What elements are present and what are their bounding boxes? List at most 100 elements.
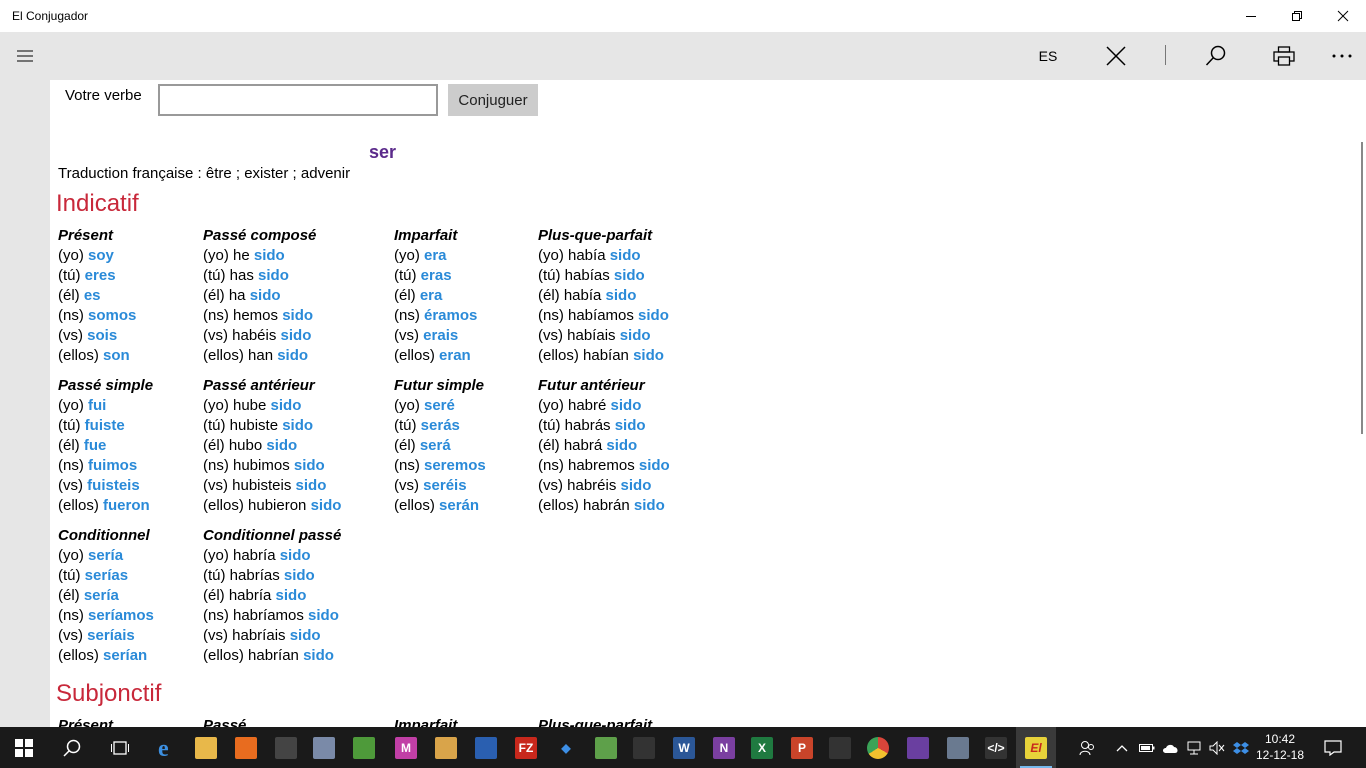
powerpoint-button[interactable]: P bbox=[782, 727, 822, 768]
conjugation-row: (yo) habré sido bbox=[538, 396, 670, 416]
edge-button[interactable]: e bbox=[146, 727, 186, 768]
chevron-up-icon[interactable] bbox=[1112, 727, 1132, 768]
clear-button[interactable] bbox=[1096, 32, 1136, 80]
more-button[interactable] bbox=[1322, 32, 1362, 80]
file-explorer-icon bbox=[195, 736, 217, 759]
conjugation-row: (él) es bbox=[58, 286, 136, 306]
pronoun-text: (él) bbox=[58, 437, 84, 454]
search-button[interactable] bbox=[1196, 32, 1236, 80]
file-explorer-button[interactable] bbox=[186, 727, 226, 768]
conjugation-row: (ellos) serán bbox=[394, 496, 486, 516]
pronoun-text: (tú) habrás bbox=[538, 417, 615, 434]
conjugation-row: (ellos) son bbox=[58, 346, 136, 366]
people-icon[interactable] bbox=[1074, 727, 1100, 768]
app-5-button[interactable] bbox=[820, 727, 860, 768]
tense-name: Passé simple bbox=[58, 377, 154, 394]
onenote-button[interactable]: N bbox=[704, 727, 744, 768]
app-2-button[interactable] bbox=[344, 727, 384, 768]
clock-date: 12-12-18 bbox=[1255, 748, 1305, 762]
print-button[interactable] bbox=[1264, 32, 1304, 80]
filezilla-button[interactable]: FZ bbox=[506, 727, 546, 768]
volume-mute-icon[interactable] bbox=[1206, 727, 1228, 768]
excel-button[interactable]: X bbox=[742, 727, 782, 768]
app-6-button[interactable] bbox=[938, 727, 978, 768]
navigation-rail bbox=[0, 32, 50, 727]
pronoun-text: (vs) hubisteis bbox=[203, 477, 296, 494]
scrollbar[interactable] bbox=[1361, 142, 1363, 434]
pronoun-text: (vs) habríais bbox=[203, 627, 290, 644]
search-taskbar-button[interactable] bbox=[52, 727, 92, 768]
onedrive-icon[interactable] bbox=[1160, 727, 1182, 768]
conjugation-row: (ns) hemos sido bbox=[203, 306, 316, 326]
pronoun-text: (él) bbox=[58, 287, 84, 304]
pronoun-text: (tú) has bbox=[203, 267, 259, 284]
app-3-icon bbox=[435, 736, 457, 759]
code-editor-icon: </> bbox=[985, 736, 1007, 759]
conjugated-form: es bbox=[83, 287, 101, 304]
el-conjugador-button[interactable]: El bbox=[1016, 727, 1056, 768]
tense-block: Passé bbox=[203, 716, 246, 727]
pronoun-text: (él) bbox=[394, 437, 420, 454]
store-button[interactable] bbox=[266, 727, 306, 768]
menu-button[interactable] bbox=[0, 32, 50, 80]
pronoun-text: (ns) bbox=[58, 307, 88, 324]
conjugated-form: será bbox=[419, 437, 451, 454]
battery-icon[interactable] bbox=[1136, 727, 1158, 768]
conjugation-row: (vs) habréis sido bbox=[538, 476, 670, 496]
visual-studio-button[interactable] bbox=[898, 727, 938, 768]
pronoun-text: (él) bbox=[394, 287, 420, 304]
chrome-button[interactable] bbox=[858, 727, 898, 768]
network-icon[interactable] bbox=[1184, 727, 1206, 768]
firefox-button[interactable] bbox=[226, 727, 266, 768]
pronoun-text: (él) bbox=[58, 587, 84, 604]
tense-block: Présent bbox=[58, 716, 113, 727]
conjugated-form: seréis bbox=[423, 477, 467, 494]
pronoun-text: (ellos) habrían bbox=[203, 647, 304, 664]
clock[interactable]: 10:42 12-12-18 bbox=[1248, 731, 1312, 763]
conjugation-row: (él) era bbox=[394, 286, 477, 306]
app-1-button[interactable] bbox=[304, 727, 344, 768]
minimize-button[interactable] bbox=[1228, 0, 1274, 32]
conjugated-form: eras bbox=[420, 267, 452, 284]
conjugated-form: serás bbox=[420, 417, 460, 434]
terminal-button[interactable] bbox=[624, 727, 664, 768]
task-view-button[interactable] bbox=[100, 727, 140, 768]
conjugated-form: sido bbox=[282, 307, 314, 324]
conjugated-form: sido bbox=[310, 497, 342, 514]
restore-button[interactable] bbox=[1274, 0, 1320, 32]
tense-block: Futur antérieur (yo) habré sido (tú) habrá… bbox=[538, 376, 670, 516]
app-5-icon bbox=[829, 736, 851, 759]
pronoun-text: (ns) hubimos bbox=[203, 457, 294, 474]
conjugation-row: (vs) habéis sido bbox=[203, 326, 316, 346]
onenote-purple-button[interactable]: M bbox=[386, 727, 426, 768]
verb-input[interactable] bbox=[158, 84, 438, 116]
conjugated-form: sido bbox=[633, 497, 665, 514]
conjugation-row: (yo) habría sido bbox=[203, 546, 341, 566]
conjugated-form: sois bbox=[87, 327, 118, 344]
close-window-button[interactable] bbox=[1320, 0, 1366, 32]
start-button[interactable] bbox=[4, 727, 44, 768]
notifications-icon[interactable] bbox=[1320, 727, 1346, 768]
conjugate-button[interactable]: Conjuguer bbox=[448, 84, 538, 116]
dropbox-button[interactable]: ◆ bbox=[546, 727, 586, 768]
pronoun-text: (yo) he bbox=[203, 247, 254, 264]
pronoun-text: (él) habría bbox=[203, 587, 276, 604]
el-conjugador-icon: El bbox=[1025, 736, 1047, 759]
code-editor-button[interactable]: </> bbox=[976, 727, 1016, 768]
conjugated-form: sido bbox=[289, 627, 321, 644]
app-3-button[interactable] bbox=[426, 727, 466, 768]
conjugated-form: sido bbox=[280, 327, 312, 344]
command-bar: ES bbox=[50, 32, 1366, 80]
language-button[interactable]: ES bbox=[1028, 32, 1068, 80]
pronoun-text: (ns) bbox=[58, 607, 88, 624]
pronoun-text: (él) hubo bbox=[203, 437, 267, 454]
android-studio-button[interactable] bbox=[586, 727, 626, 768]
conjugated-form: era bbox=[419, 287, 443, 304]
pronoun-text: (yo) hube bbox=[203, 397, 271, 414]
conjugation-row: (ns) fuimos bbox=[58, 456, 153, 476]
word-button[interactable]: W bbox=[664, 727, 704, 768]
conjugated-form: sido bbox=[282, 417, 314, 434]
app-4-button[interactable] bbox=[466, 727, 506, 768]
conjugated-form: eran bbox=[439, 347, 471, 364]
conjugation-row: (vs) fuisteis bbox=[58, 476, 153, 496]
